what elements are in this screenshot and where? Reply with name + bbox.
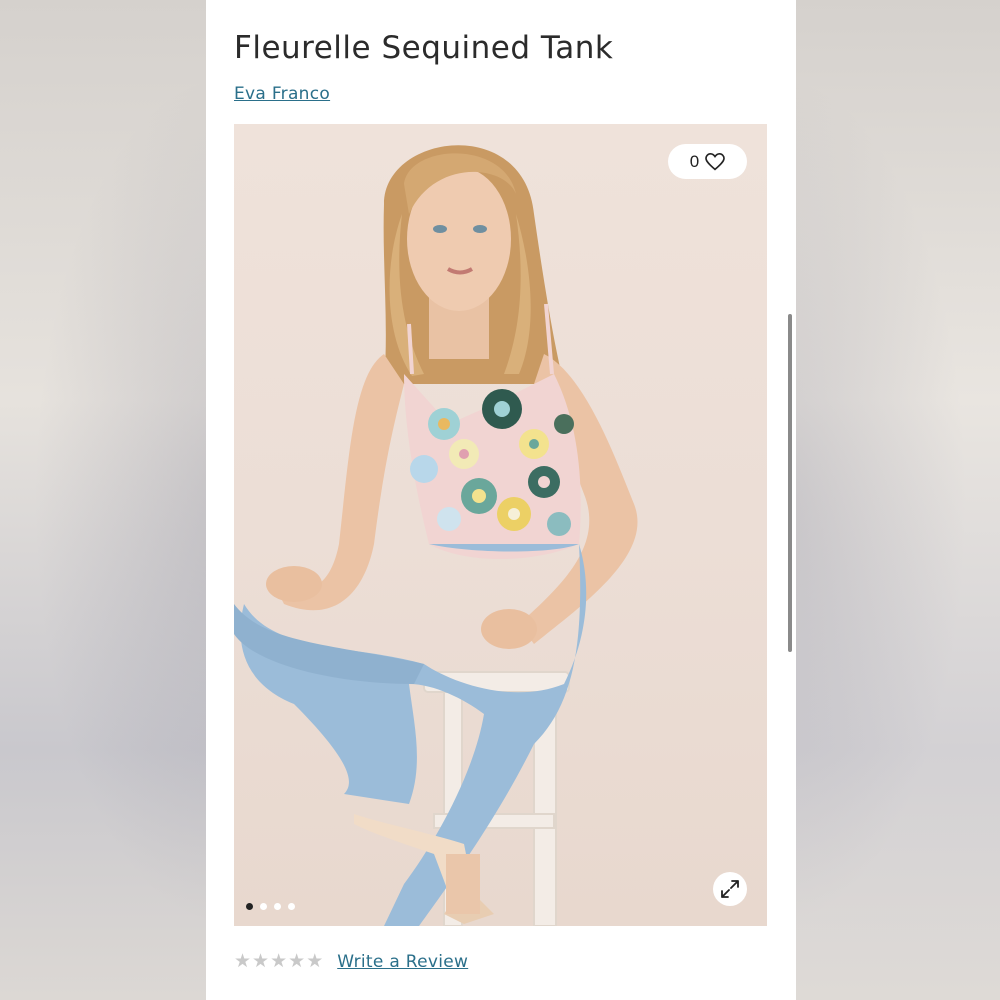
backdrop-right [796,0,1000,1000]
expand-icon [721,880,739,898]
expand-image-button[interactable] [713,872,747,906]
star-icon: ★ [252,951,270,972]
star-rating: ★ ★ ★ ★ ★ [234,950,323,974]
backdrop-left [0,0,206,1000]
scrollbar[interactable] [788,314,792,652]
star-icon: ★ [288,951,306,972]
star-icon: ★ [234,951,252,972]
model-illustration [234,145,638,926]
product-image[interactable]: 0 [234,124,767,926]
favorite-button[interactable]: 0 [668,144,747,179]
brand-link[interactable]: Eva Franco [234,84,330,104]
heart-icon [705,152,726,170]
carousel-dot-4[interactable] [288,903,295,910]
star-icon: ★ [306,951,324,972]
carousel-dot-3[interactable] [274,903,281,910]
product-title: Fleurelle Sequined Tank [234,30,614,66]
review-summary: ★ ★ ★ ★ ★ Write a Review [234,950,468,974]
product-panel: Fleurelle Sequined Tank Eva Franco 0 ★ ★… [206,0,796,1000]
favorite-count: 0 [689,151,700,171]
write-review-link[interactable]: Write a Review [337,952,468,972]
carousel-indicators [246,903,295,910]
carousel-dot-2[interactable] [260,903,267,910]
carousel-dot-1[interactable] [246,903,253,910]
star-icon: ★ [270,951,288,972]
